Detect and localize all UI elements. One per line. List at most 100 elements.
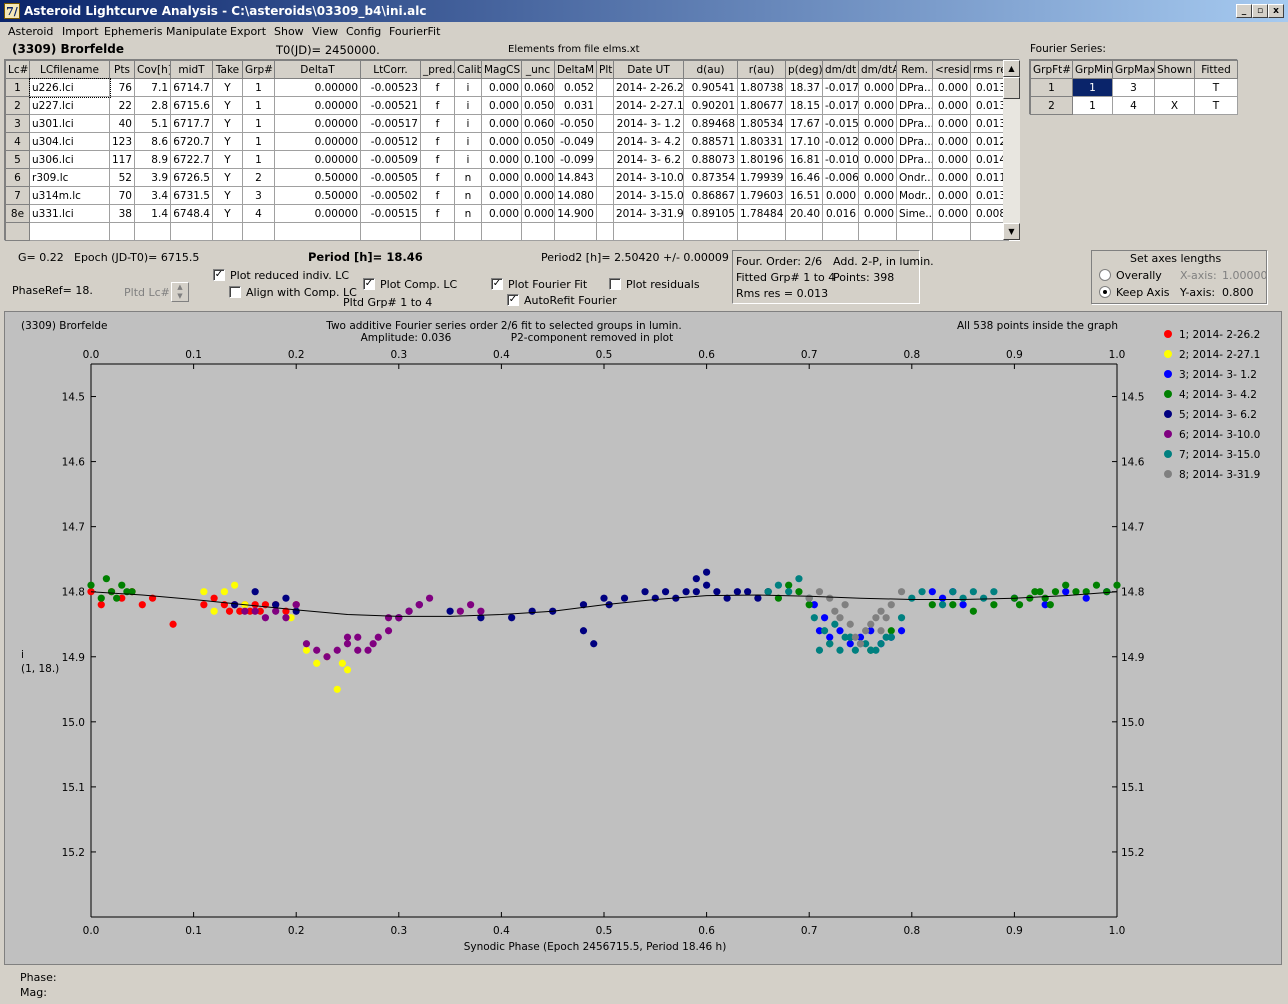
row-header[interactable]: 5 (5, 150, 30, 169)
table-cell[interactable]: -0.00509 (360, 150, 421, 169)
lc-column-header[interactable]: Calib. (454, 60, 482, 79)
table-cell[interactable] (29, 222, 110, 241)
fourier-column-header[interactable]: GrpMax (1112, 60, 1155, 79)
lc-column-header[interactable]: Grp# (242, 60, 275, 79)
lc-table-row[interactable]: 4 u304.lci 123 8.6 6720.7 Y 1 0.00000 -0.00512 f i… (5, 132, 1009, 151)
table-cell[interactable]: 0.00000 (274, 96, 361, 115)
table-cell[interactable]: f (420, 150, 455, 169)
table-cell[interactable]: DPra... (896, 96, 933, 115)
table-cell[interactable]: 0.89105 (683, 204, 738, 223)
table-cell[interactable]: 0.000 (481, 168, 522, 187)
lc-table-empty-row[interactable] (5, 222, 1009, 241)
lc-table-row[interactable]: 8e u331.lci 38 1.4 6748.4 Y 4 0.00000 -0.00515 f n… (5, 204, 1009, 223)
table-cell[interactable]: 2014- 2-26.2 (613, 78, 684, 97)
table-cell[interactable]: 0.000 (932, 78, 971, 97)
table-cell[interactable]: 6731.5 (170, 186, 213, 205)
lc-column-header[interactable]: dm/dtA (858, 60, 897, 79)
scroll-thumb[interactable] (1003, 77, 1020, 99)
lc-column-header[interactable]: Lc# (5, 60, 30, 79)
table-cell[interactable]: 1.78484 (737, 204, 786, 223)
table-cell[interactable]: i (454, 96, 482, 115)
table-cell[interactable]: 16.81 (785, 150, 823, 169)
table-cell[interactable]: 17.10 (785, 132, 823, 151)
fourier-table-row[interactable]: 113T (1030, 78, 1238, 97)
lc-column-header[interactable]: LCfilename (29, 60, 110, 79)
table-cell[interactable]: 1.80331 (737, 132, 786, 151)
lc-column-header[interactable]: _unc (521, 60, 555, 79)
table-cell[interactable]: 0.86867 (683, 186, 738, 205)
table-scrollbar[interactable]: ▲ ▼ (1003, 60, 1020, 240)
menu-asteroid[interactable]: Asteroid (8, 25, 53, 38)
plot-comp-checkbox[interactable]: ✓ (363, 278, 375, 290)
table-cell[interactable] (596, 204, 614, 223)
table-cell[interactable] (454, 222, 482, 241)
table-cell[interactable]: 0.000 (481, 96, 522, 115)
table-cell[interactable] (858, 222, 897, 241)
lc-column-header[interactable]: Rem. (896, 60, 933, 79)
lc-table-row[interactable]: 6 r309.lc 52 3.9 6726.5 Y 2 0.50000 -0.00505 f n 0.… (5, 168, 1009, 187)
fourier-column-header[interactable]: Shown (1154, 60, 1195, 79)
table-cell[interactable]: -0.00517 (360, 114, 421, 133)
table-cell[interactable]: -0.050 (554, 114, 597, 133)
table-cell[interactable]: Y (212, 132, 243, 151)
row-header[interactable]: 1 (5, 78, 30, 97)
table-cell[interactable]: i (454, 132, 482, 151)
table-cell[interactable]: 3 (1112, 78, 1155, 97)
table-cell[interactable]: 0.000 (481, 204, 522, 223)
table-cell[interactable]: i (454, 150, 482, 169)
table-cell[interactable]: Y (212, 204, 243, 223)
table-cell[interactable] (554, 222, 597, 241)
table-cell[interactable]: 6715.6 (170, 96, 213, 115)
table-cell[interactable]: 0.000 (858, 204, 897, 223)
menu-export[interactable]: Export (230, 25, 266, 38)
table-cell[interactable]: 14.843 (554, 168, 597, 187)
table-cell[interactable] (521, 222, 555, 241)
table-cell[interactable]: 0.016 (822, 204, 859, 223)
maximize-button[interactable]: ▫ (1252, 4, 1268, 18)
table-cell[interactable]: 0.100 (521, 150, 555, 169)
table-cell[interactable] (109, 222, 135, 241)
table-cell[interactable]: 40 (109, 114, 135, 133)
table-cell[interactable]: 52 (109, 168, 135, 187)
table-cell[interactable]: 3.9 (134, 168, 171, 187)
table-cell[interactable] (596, 168, 614, 187)
table-cell[interactable]: 6726.5 (170, 168, 213, 187)
row-header[interactable]: 2 (5, 96, 30, 115)
table-cell[interactable] (170, 222, 213, 241)
table-cell[interactable]: 0.000 (521, 204, 555, 223)
table-cell[interactable]: DPra... (896, 150, 933, 169)
table-cell[interactable]: 1.79939 (737, 168, 786, 187)
table-cell[interactable]: Y (212, 186, 243, 205)
table-cell[interactable]: -0.017 (822, 78, 859, 97)
lc-column-header[interactable]: LtCorr. (360, 60, 421, 79)
table-cell[interactable]: 5.1 (134, 114, 171, 133)
table-cell[interactable]: u331.lci (29, 204, 110, 223)
autorefit-checkbox[interactable]: ✓ (507, 294, 519, 306)
table-cell[interactable]: -0.00512 (360, 132, 421, 151)
table-cell[interactable]: -0.00523 (360, 78, 421, 97)
table-cell[interactable]: 0.000 (932, 114, 971, 133)
fourier-table-row[interactable]: 214XT (1030, 96, 1238, 115)
table-cell[interactable]: r309.lc (29, 168, 110, 187)
table-cell[interactable]: 1 (1072, 78, 1113, 97)
table-cell[interactable]: -0.006 (822, 168, 859, 187)
table-cell[interactable]: DPra... (896, 114, 933, 133)
table-cell[interactable]: 18.37 (785, 78, 823, 97)
table-cell[interactable]: f (420, 204, 455, 223)
table-cell[interactable]: 2014- 3- 6.2 (613, 150, 684, 169)
table-cell[interactable]: 0.050 (521, 132, 555, 151)
menu-manipulate[interactable]: Manipulate (166, 25, 227, 38)
table-cell[interactable]: -0.00505 (360, 168, 421, 187)
table-cell[interactable]: 0.050 (521, 96, 555, 115)
scroll-down-button[interactable]: ▼ (1003, 223, 1020, 240)
table-cell[interactable]: 0.00000 (274, 204, 361, 223)
table-cell[interactable] (242, 222, 275, 241)
align-checkbox[interactable] (229, 286, 241, 298)
table-cell[interactable]: T (1194, 78, 1238, 97)
table-cell[interactable]: 1 (242, 114, 275, 133)
table-cell[interactable]: -0.012 (822, 132, 859, 151)
row-header[interactable]: 6 (5, 168, 30, 187)
table-cell[interactable]: -0.049 (554, 132, 597, 151)
plot-reduced-checkbox[interactable]: ✓ (213, 269, 225, 281)
table-cell[interactable]: 0.89468 (683, 114, 738, 133)
